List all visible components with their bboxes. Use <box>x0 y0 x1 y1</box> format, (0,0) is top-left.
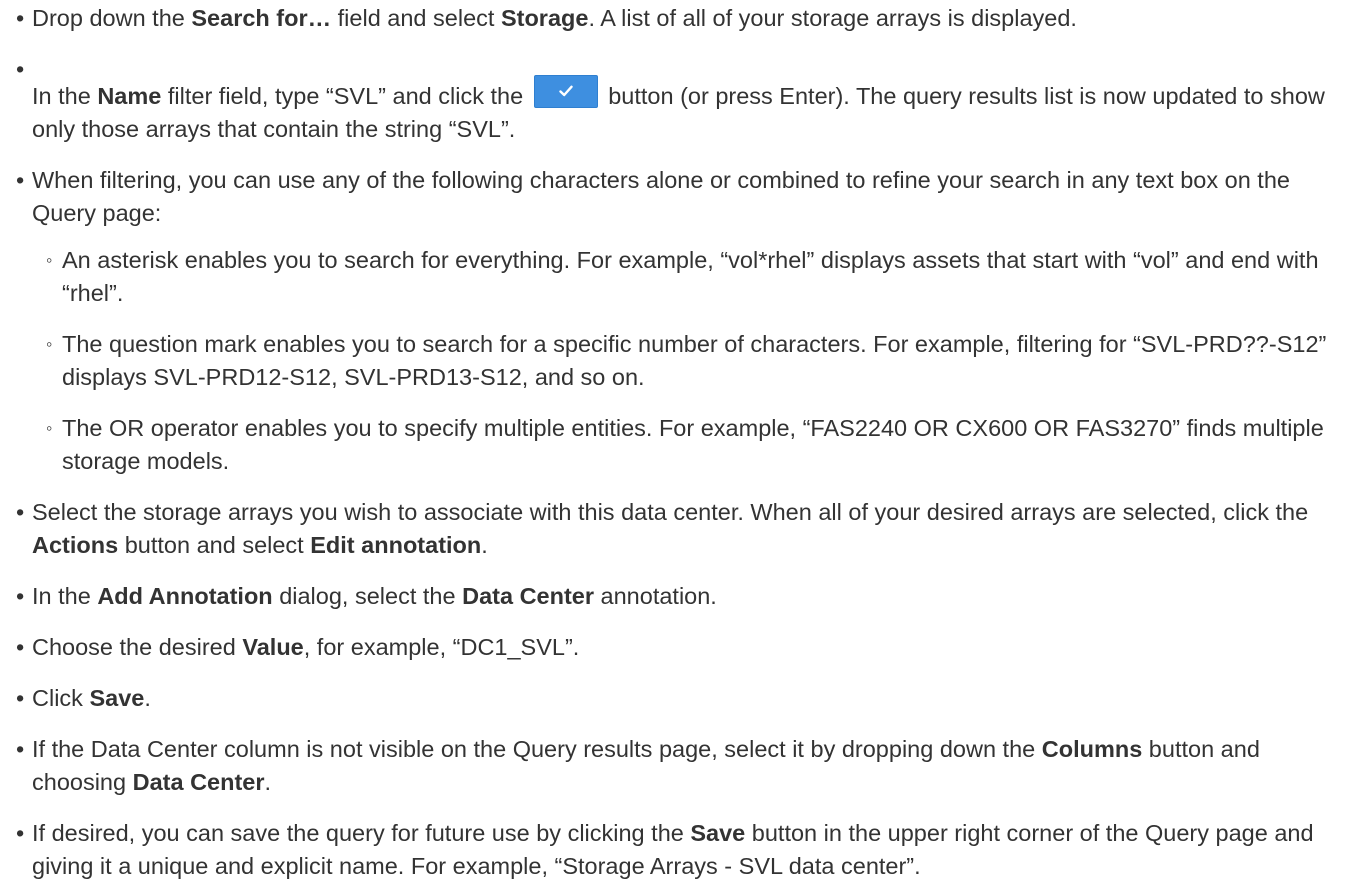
step-choose-value: Choose the desired Value, for example, “… <box>16 631 1351 664</box>
step-list: Drop down the Search for… field and sele… <box>16 2 1351 883</box>
step-filtering-characters: When filtering, you can use any of the f… <box>16 164 1351 478</box>
step-select-arrays: Select the storage arrays you wish to as… <box>16 496 1351 562</box>
apply-filter-button[interactable] <box>533 75 598 108</box>
step-text: In the Name filter field, type “SVL” and… <box>32 75 1325 142</box>
checkmark-icon <box>558 85 573 97</box>
step-click-save: Click Save. <box>16 682 1351 715</box>
step-text: Click Save. <box>32 685 151 711</box>
step-save-query: If desired, you can save the query for f… <box>16 817 1351 883</box>
step-search-for: Drop down the Search for… field and sele… <box>16 2 1351 35</box>
sub-item-question-mark: The question mark enables you to search … <box>46 328 1351 394</box>
step-text: In the Add Annotation dialog, select the… <box>32 583 717 609</box>
step-text: If the Data Center column is not visible… <box>32 736 1260 795</box>
step-text: When filtering, you can use any of the f… <box>32 167 1290 226</box>
step-text: If desired, you can save the query for f… <box>32 820 1314 879</box>
step-text: Select the storage arrays you wish to as… <box>32 499 1309 558</box>
step-text: Choose the desired Value, for example, “… <box>32 634 580 660</box>
step-add-annotation: In the Add Annotation dialog, select the… <box>16 580 1351 613</box>
step-columns: If the Data Center column is not visible… <box>16 733 1351 799</box>
step-text: Drop down the Search for… field and sele… <box>32 5 1077 31</box>
sub-item-asterisk: An asterisk enables you to search for ev… <box>46 244 1351 310</box>
filter-characters-list: An asterisk enables you to search for ev… <box>32 244 1351 478</box>
step-name-filter: In the Name filter field, type “SVL” and… <box>16 53 1351 146</box>
sub-item-or-operator: The OR operator enables you to specify m… <box>46 412 1351 478</box>
document-page: Drop down the Search for… field and sele… <box>0 0 1367 883</box>
